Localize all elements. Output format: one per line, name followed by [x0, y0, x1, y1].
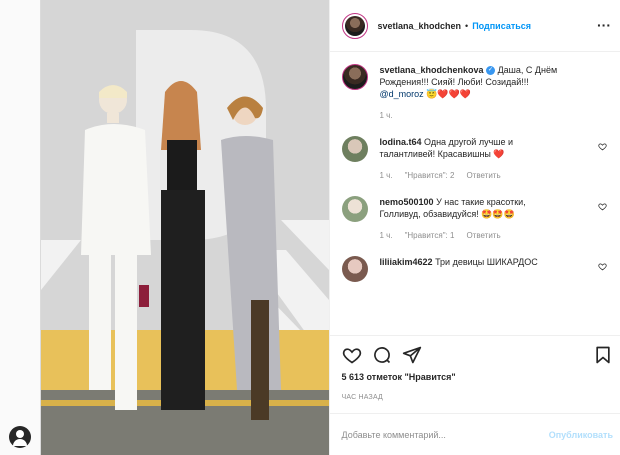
- caption-time[interactable]: 1 ч.: [380, 110, 393, 122]
- follow-button[interactable]: Подписаться: [472, 21, 531, 31]
- comment-icon[interactable]: [372, 345, 392, 365]
- publish-button[interactable]: Опубликовать: [549, 430, 613, 440]
- header-separator: •: [465, 20, 469, 31]
- caption-mention[interactable]: @d_moroz: [380, 89, 424, 99]
- caption-row: svetlana_khodchenkova ✓ Даша, С Днём Рож…: [341, 64, 614, 122]
- reply-button[interactable]: Ответить: [466, 230, 500, 242]
- share-icon[interactable]: [402, 345, 422, 365]
- comment-meta: 1 ч. "Нравится": 1 Ответить: [380, 230, 565, 242]
- comment-avatar[interactable]: [341, 136, 368, 162]
- comment-body: lodina.t64 Одна другой лучше и талантлив…: [380, 136, 565, 182]
- profile-icon[interactable]: [9, 426, 31, 448]
- comment-body: liliiakim4622 Три девицы ШИКАРДОС: [380, 256, 565, 282]
- comment-avatar[interactable]: [341, 256, 368, 282]
- heart-icon[interactable]: [342, 345, 362, 365]
- post-container: svetlana_khodchen • Подписаться ··· svet…: [40, 0, 620, 455]
- comment-avatar[interactable]: [341, 196, 368, 222]
- verified-icon: ✓: [486, 66, 496, 76]
- heart-icon[interactable]: [598, 202, 607, 211]
- caption-emoji: 😇❤️❤️❤️: [426, 89, 471, 99]
- side-panel: svetlana_khodchen • Подписаться ··· svet…: [328, 0, 620, 455]
- comment-likes[interactable]: "Нравится": 2: [405, 170, 455, 182]
- caption-avatar[interactable]: [341, 64, 368, 90]
- action-icons: [342, 342, 614, 368]
- comment-time[interactable]: 1 ч.: [380, 230, 393, 242]
- comment-meta: 1 ч. "Нравится": 2 Ответить: [380, 170, 565, 182]
- comments-list: svetlana_khodchenkova ✓ Даша, С Днём Рож…: [330, 52, 620, 335]
- add-comment-bar: Добавьте комментарий... Опубликовать: [329, 413, 620, 455]
- comment-emoji: ❤️: [493, 149, 505, 159]
- caption-meta: 1 ч.: [380, 110, 565, 122]
- comment-body: nemo500100 У нас такие красотки, Голливу…: [380, 196, 565, 242]
- posted-time[interactable]: ЧАС НАЗАД: [342, 394, 614, 401]
- comment-text: Три девицы ШИКАРДОС: [435, 257, 538, 267]
- caption-body: svetlana_khodchenkova ✓ Даша, С Днём Рож…: [380, 64, 565, 122]
- comment-emoji: 🤩🤩🤩: [481, 209, 515, 219]
- comment-row: lodina.t64 Одна другой лучше и талантлив…: [341, 136, 614, 182]
- comment-likes[interactable]: "Нравится": 1: [405, 230, 455, 242]
- likes-count[interactable]: 5 613 отметок "Нравится": [342, 372, 614, 382]
- post-actions: 5 613 отметок "Нравится" ЧАС НАЗАД: [329, 335, 620, 401]
- heart-icon[interactable]: [598, 142, 607, 151]
- comment-row: liliiakim4622 Три девицы ШИКАРДОС: [341, 256, 614, 282]
- comment-input[interactable]: Добавьте комментарий...: [342, 430, 549, 440]
- bookmark-icon[interactable]: [593, 345, 613, 365]
- more-icon[interactable]: ···: [597, 17, 611, 33]
- post-photo[interactable]: [41, 0, 329, 455]
- photo-illustration: [41, 0, 329, 455]
- author-username[interactable]: svetlana_khodchen: [378, 21, 462, 31]
- comment-username[interactable]: nemo500100: [380, 197, 434, 207]
- reply-button[interactable]: Ответить: [466, 170, 500, 182]
- comment-username[interactable]: lodina.t64: [380, 137, 422, 147]
- author-avatar[interactable]: [341, 12, 368, 39]
- comment-time[interactable]: 1 ч.: [380, 170, 393, 182]
- caption-username[interactable]: svetlana_khodchenkova: [380, 65, 484, 75]
- heart-icon[interactable]: [598, 262, 607, 271]
- post-header: svetlana_khodchen • Подписаться ···: [329, 0, 620, 52]
- comment-row: nemo500100 У нас такие красотки, Голливу…: [341, 196, 614, 242]
- comment-username[interactable]: liliiakim4622: [380, 257, 433, 267]
